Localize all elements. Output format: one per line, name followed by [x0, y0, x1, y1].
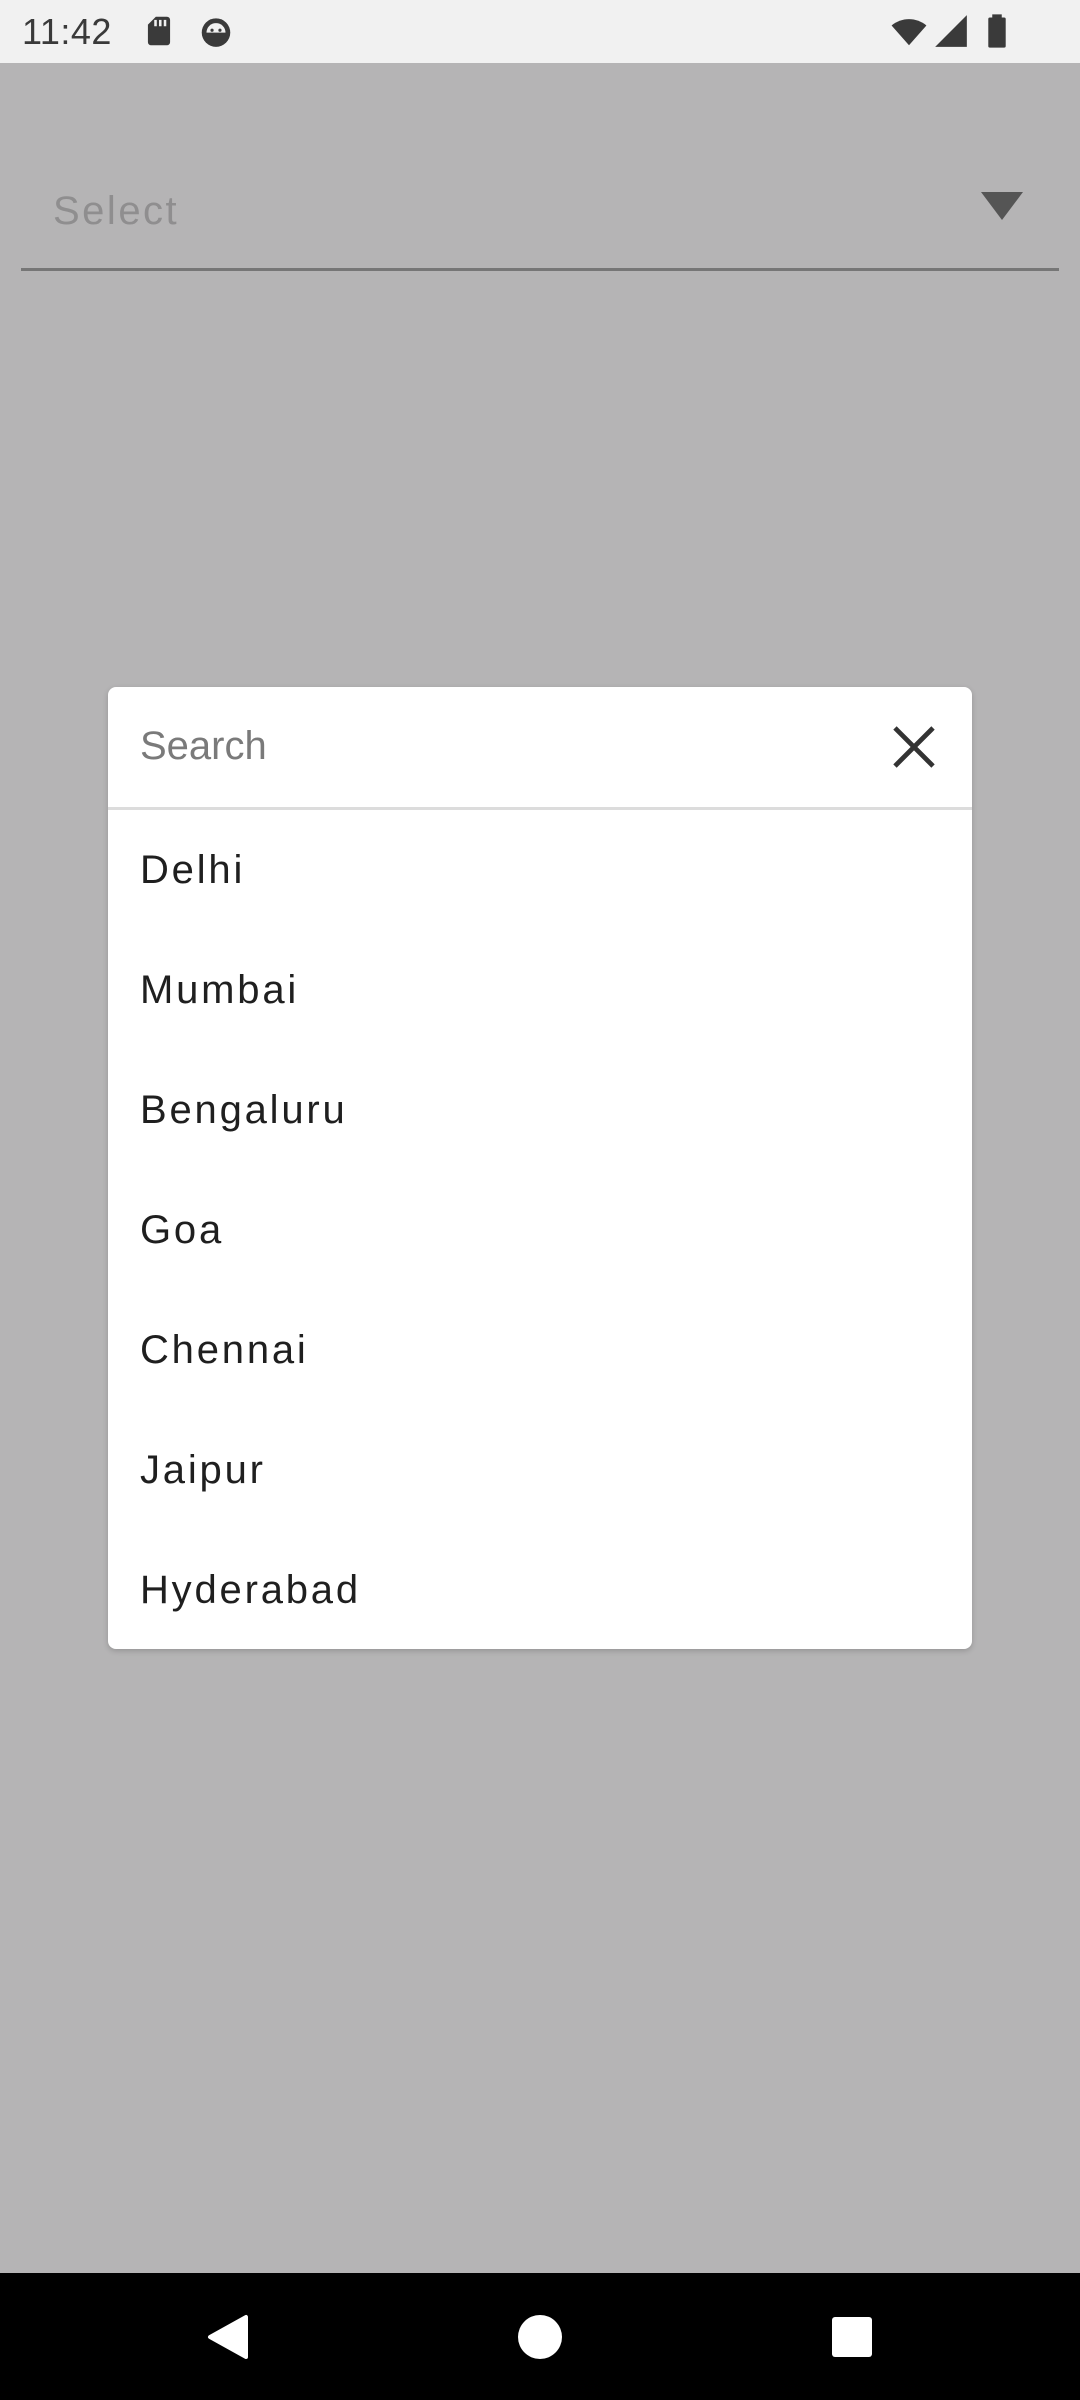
select-dropdown[interactable]: Select	[21, 163, 1059, 271]
list-item-goa[interactable]: Goa	[108, 1170, 972, 1290]
status-time: 11:42	[22, 11, 112, 52]
search-input[interactable]	[140, 717, 840, 775]
wifi-icon	[891, 19, 927, 46]
navigation-bar	[0, 2273, 1080, 2400]
list-item-chennai[interactable]: Chennai	[108, 1290, 972, 1410]
dropdown-arrow-icon	[981, 192, 1023, 220]
status-bar: 11:42	[0, 0, 1080, 63]
list-item-hyderabad[interactable]: Hyderabad	[108, 1530, 972, 1649]
list-item-jaipur[interactable]: Jaipur	[108, 1410, 972, 1530]
city-list: Delhi Mumbai Bengaluru Goa Chennai Jaipu…	[108, 810, 972, 1649]
close-icon[interactable]	[888, 721, 940, 773]
recents-icon[interactable]	[824, 2309, 880, 2365]
list-item-delhi[interactable]: Delhi	[108, 810, 972, 930]
battery-icon	[988, 14, 1006, 48]
select-label: Select	[53, 189, 180, 233]
sd-card-icon	[147, 16, 171, 46]
cell-signal-icon	[935, 15, 967, 47]
home-icon[interactable]	[512, 2309, 568, 2365]
android-debug-icon	[201, 18, 231, 47]
back-icon[interactable]	[200, 2309, 256, 2365]
list-item-bengaluru[interactable]: Bengaluru	[108, 1050, 972, 1170]
search-dialog: Delhi Mumbai Bengaluru Goa Chennai Jaipu…	[108, 687, 972, 1649]
search-row	[108, 687, 972, 810]
list-item-mumbai[interactable]: Mumbai	[108, 930, 972, 1050]
